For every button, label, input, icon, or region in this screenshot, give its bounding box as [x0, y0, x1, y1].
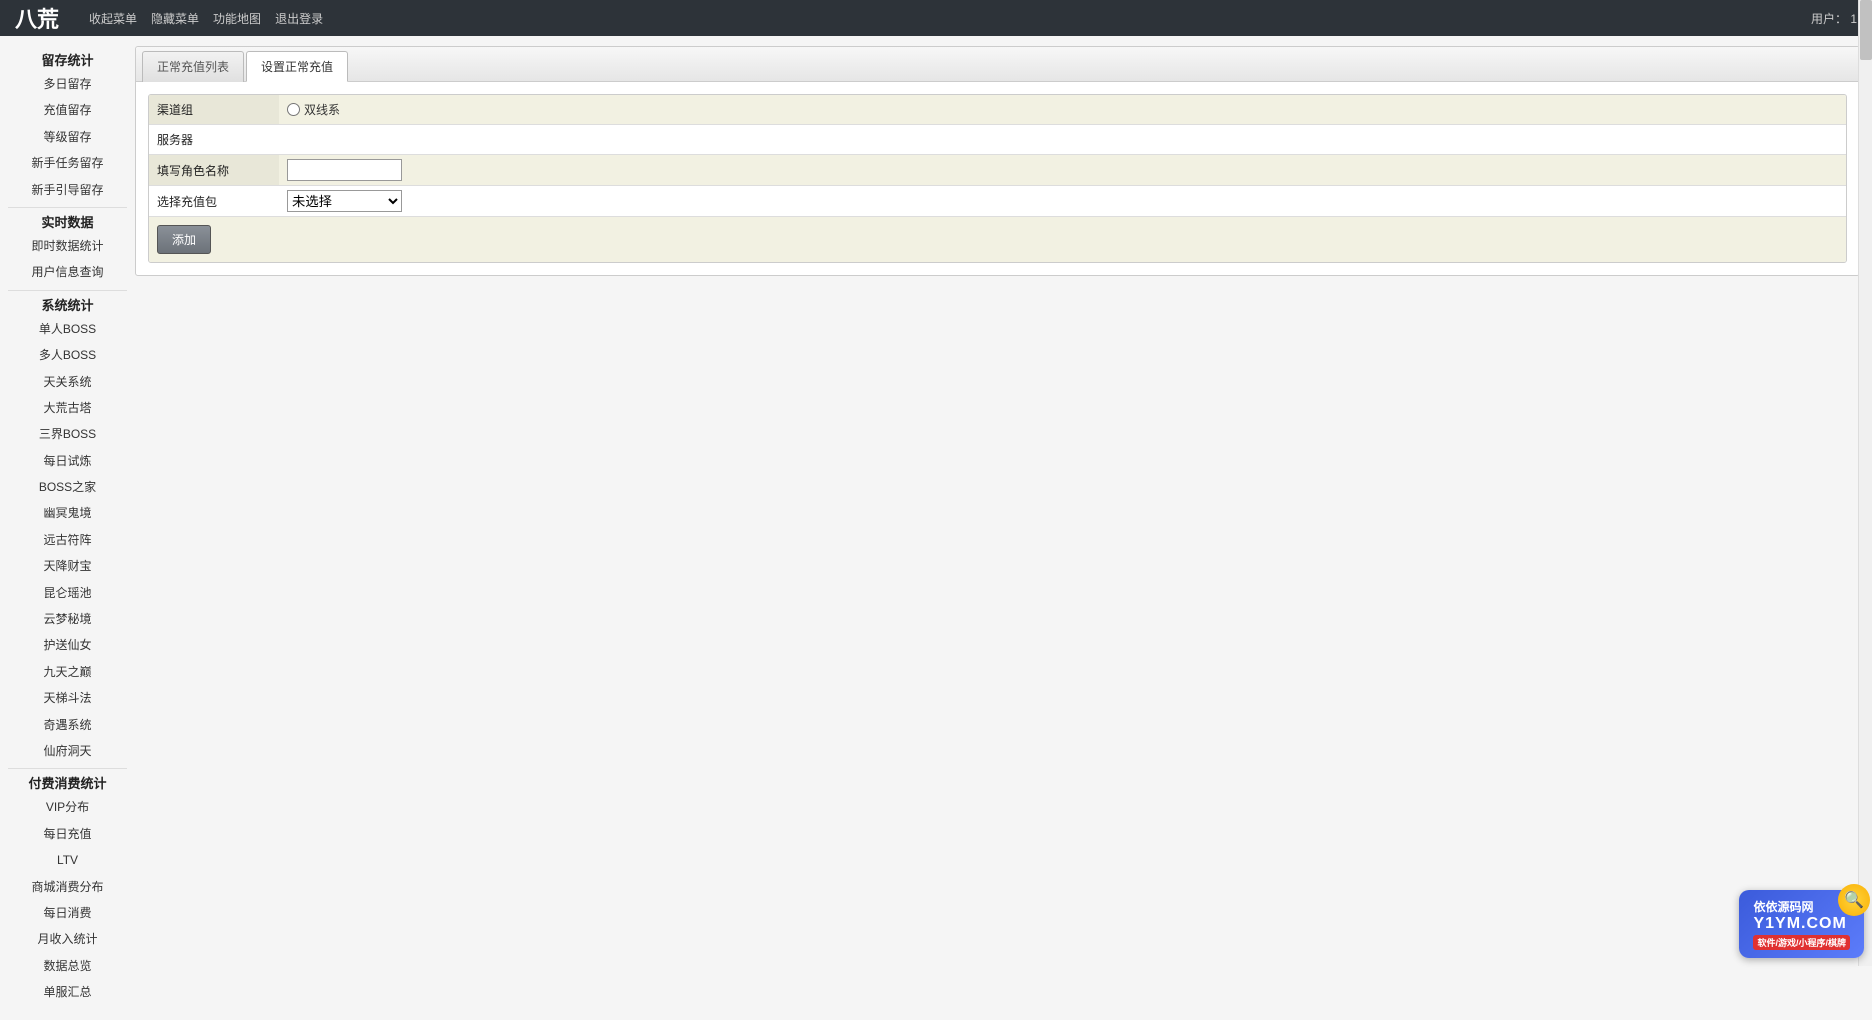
row-server: 服务器	[149, 125, 1846, 155]
sidebar-group: 付费消费统计VIP分布每日充值LTV商城消费分布每日消费月收入统计数据总览单服汇…	[0, 768, 135, 1005]
sidebar-item[interactable]: LTV	[0, 847, 135, 873]
sidebar-item[interactable]: 新手任务留存	[0, 150, 135, 176]
panel-body: 渠道组 双线系 服务器 填写角色名称	[136, 82, 1859, 275]
sidebar-item[interactable]: 天梯斗法	[0, 685, 135, 711]
topbar-link-hide[interactable]: 隐藏菜单	[151, 10, 199, 27]
sidebar-item[interactable]: 等级留存	[0, 124, 135, 150]
sidebar-group: 实时数据即时数据统计用户信息查询	[0, 207, 135, 286]
sidebar-item[interactable]: 多日留存	[0, 71, 135, 97]
sidebar-item[interactable]: 单人BOSS	[0, 316, 135, 342]
main-panel: 正常充值列表 设置正常充值 渠道组 双线系	[135, 46, 1860, 276]
scrollbar[interactable]	[1858, 0, 1872, 966]
sidebar-title: 实时数据	[8, 207, 127, 233]
sidebar-item[interactable]: 昆仑瑶池	[0, 580, 135, 606]
sidebar-item[interactable]: 大荒古塔	[0, 395, 135, 421]
sidebar-title: 付费消费统计	[8, 768, 127, 794]
sidebar-item[interactable]: 九天之巅	[0, 659, 135, 685]
field-server	[279, 136, 1846, 144]
sidebar-group: 留存统计多日留存充值留存等级留存新手任务留存新手引导留存	[0, 46, 135, 203]
select-package[interactable]: 未选择	[287, 190, 402, 212]
sidebar-item[interactable]: 天关系统	[0, 369, 135, 395]
topbar: 八荒 收起菜单 隐藏菜单 功能地图 退出登录 用户： 1	[0, 0, 1872, 36]
topbar-links: 收起菜单 隐藏菜单 功能地图 退出登录	[89, 10, 323, 27]
add-button[interactable]: 添加	[157, 225, 211, 254]
field-channel-group: 双线系	[279, 97, 1846, 122]
sidebar-title: 系统统计	[8, 290, 127, 316]
input-role-name[interactable]	[287, 159, 402, 181]
tab-set-recharge[interactable]: 设置正常充值	[246, 51, 348, 82]
sidebar-item[interactable]: 即时数据统计	[0, 233, 135, 259]
topbar-link-collapse[interactable]: 收起菜单	[89, 10, 137, 27]
sidebar-item[interactable]: 云梦秘境	[0, 606, 135, 632]
row-package: 选择充值包 未选择	[149, 186, 1846, 217]
radio-dual-line-label: 双线系	[304, 101, 340, 118]
sidebar-item[interactable]: 商城消费分布	[0, 874, 135, 900]
row-role-name: 填写角色名称	[149, 155, 1846, 186]
sidebar-item[interactable]: 每日消费	[0, 900, 135, 926]
tab-recharge-list[interactable]: 正常充值列表	[142, 51, 244, 82]
sidebar: 留存统计多日留存充值留存等级留存新手任务留存新手引导留存实时数据即时数据统计用户…	[0, 36, 135, 1020]
topbar-user: 用户： 1	[1811, 10, 1857, 27]
user-label: 用户：	[1811, 12, 1847, 26]
sidebar-item[interactable]: 用户信息查询	[0, 259, 135, 285]
sidebar-title: 留存统计	[8, 46, 127, 71]
scrollbar-thumb[interactable]	[1860, 0, 1872, 60]
sidebar-item[interactable]: 单服汇总	[0, 979, 135, 1005]
sidebar-item[interactable]: 每日充值	[0, 821, 135, 847]
sidebar-item[interactable]: VIP分布	[0, 794, 135, 820]
sidebar-item[interactable]: 新手引导留存	[0, 177, 135, 203]
topbar-link-map[interactable]: 功能地图	[213, 10, 261, 27]
sidebar-item[interactable]: 幽冥鬼境	[0, 500, 135, 526]
label-server: 服务器	[149, 125, 279, 154]
sidebar-item[interactable]: 仙府洞天	[0, 738, 135, 764]
field-role-name	[279, 155, 1846, 185]
tabs: 正常充值列表 设置正常充值	[136, 47, 1859, 82]
form: 渠道组 双线系 服务器 填写角色名称	[148, 94, 1847, 263]
sidebar-item[interactable]: 护送仙女	[0, 632, 135, 658]
label-role-name: 填写角色名称	[149, 155, 279, 185]
sidebar-group: 系统统计单人BOSS多人BOSS天关系统大荒古塔三界BOSS每日试炼BOSS之家…	[0, 290, 135, 765]
sidebar-item[interactable]: 远古符阵	[0, 527, 135, 553]
row-channel-group: 渠道组 双线系	[149, 95, 1846, 125]
label-channel-group: 渠道组	[149, 95, 279, 124]
sidebar-item[interactable]: BOSS之家	[0, 474, 135, 500]
content-area: 正常充值列表 设置正常充值 渠道组 双线系	[135, 36, 1872, 1020]
sidebar-item[interactable]: 月收入统计	[0, 926, 135, 952]
sidebar-item[interactable]: 每日试炼	[0, 448, 135, 474]
row-submit: 添加	[149, 217, 1846, 262]
radio-dual-line[interactable]: 双线系	[287, 101, 340, 118]
label-package: 选择充值包	[149, 186, 279, 216]
sidebar-item[interactable]: 三界BOSS	[0, 421, 135, 447]
topbar-link-logout[interactable]: 退出登录	[275, 10, 323, 27]
radio-dual-line-input[interactable]	[287, 103, 300, 116]
sidebar-item[interactable]: 充值留存	[0, 97, 135, 123]
sidebar-item[interactable]: 多人BOSS	[0, 342, 135, 368]
sidebar-item[interactable]: 天降财宝	[0, 553, 135, 579]
brand-logo: 八荒	[15, 2, 59, 34]
field-package: 未选择	[279, 186, 1846, 216]
user-value: 1	[1850, 12, 1857, 26]
sidebar-item[interactable]: 奇遇系统	[0, 712, 135, 738]
